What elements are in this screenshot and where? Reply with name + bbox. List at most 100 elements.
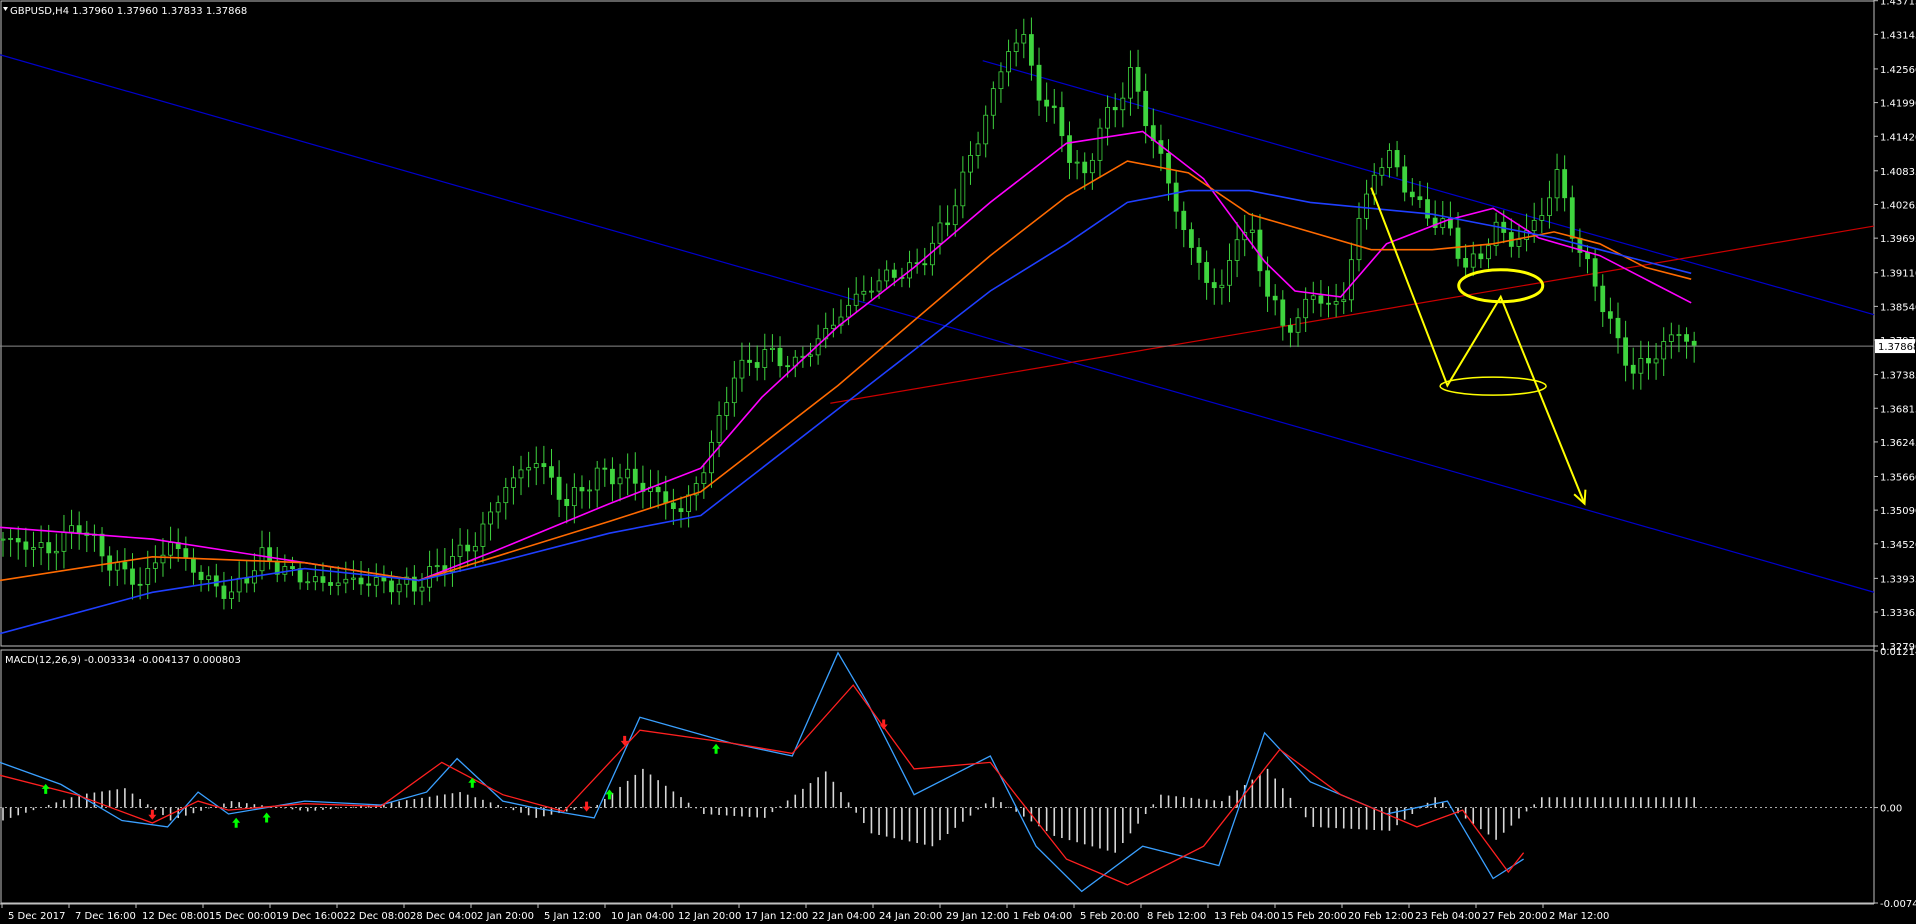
candle-body [267, 547, 273, 562]
candle-body [152, 562, 158, 569]
candle-body [1280, 299, 1286, 326]
candle-body [1356, 217, 1362, 261]
price-tick-label: 1.41990 [1880, 99, 1916, 110]
candle-body [297, 568, 303, 583]
candle-body [1348, 259, 1354, 301]
price-tick-label: 1.41420 [1880, 132, 1916, 143]
candle-body [1181, 210, 1187, 231]
candle-body [229, 591, 234, 599]
price-tick-label: 1.33935 [1880, 574, 1916, 585]
candle-body [1029, 34, 1034, 66]
candle-body [808, 354, 813, 357]
candle-body [1653, 358, 1659, 364]
macd-title: MACD(12,26,9) -0.003334 -0.004137 0.0008… [5, 655, 241, 666]
candle-body [1257, 229, 1263, 272]
candle-body [1478, 253, 1484, 260]
candle-body [1219, 284, 1225, 289]
candle-body [724, 402, 730, 416]
candle-body [1630, 364, 1636, 374]
time-tick-label: 5 Jan 12:00 [544, 911, 601, 922]
price-tick-label: 1.35660 [1880, 472, 1916, 483]
candle-body [130, 568, 135, 585]
macd-tick-label: 0.00 [1880, 804, 1902, 815]
price-tick-label: 1.43715 [1880, 0, 1916, 8]
candle-body [1470, 253, 1476, 268]
candle-body [1067, 135, 1072, 163]
candle-body [1554, 169, 1560, 199]
candle-body [625, 468, 631, 479]
candle-body [191, 557, 196, 573]
time-tick-label: 28 Dec 04:00 [410, 911, 477, 922]
candle-body [1417, 196, 1423, 201]
time-tick-label: 1 Feb 04:00 [1013, 911, 1072, 922]
candle-body [1173, 182, 1179, 212]
candle-body [1691, 340, 1697, 346]
candle-body [960, 171, 966, 207]
candle-body [1623, 337, 1629, 366]
candle-body [1120, 97, 1126, 111]
candle-body [99, 533, 105, 557]
candle-body [884, 269, 890, 282]
chart-canvas: 1.43715 1.43145 1.42560 1.41990 1.41420 1.408… [0, 0, 1916, 924]
candle-body [53, 550, 59, 554]
candle-body [1409, 191, 1415, 198]
candle-body [617, 477, 623, 485]
candle-body [122, 561, 128, 570]
candle-body [1463, 258, 1469, 268]
candle-body [1539, 215, 1545, 221]
candle-body [488, 511, 493, 525]
candle-body [1333, 301, 1339, 305]
price-tick-label: 1.36815 [1880, 404, 1916, 415]
price-tick-label: 1.33365 [1880, 608, 1916, 619]
current-price-label: 1.37868 [1878, 342, 1916, 353]
candle-body [594, 467, 600, 491]
candle-body [1387, 150, 1392, 169]
candle-body [38, 542, 44, 548]
candle-body [160, 554, 166, 564]
candle-body [670, 502, 676, 510]
candle-body [381, 577, 387, 582]
time-tick-label: 20 Feb 12:00 [1348, 911, 1414, 922]
candle-body [472, 545, 478, 552]
candle-body [145, 568, 151, 585]
candle-body [1013, 42, 1019, 52]
candle-body [937, 222, 943, 244]
candle-body [1592, 258, 1598, 287]
candle-body [366, 583, 372, 586]
candle-body [716, 415, 722, 443]
candle-body [785, 365, 791, 368]
candle-body [198, 571, 204, 581]
time-tick-label: 15 Feb 20:00 [1281, 911, 1347, 922]
candle-body [1272, 295, 1278, 301]
candle-body [1394, 150, 1400, 168]
candle-body [556, 476, 562, 500]
candle-body [1128, 67, 1133, 99]
time-tick-label: 27 Feb 20:00 [1482, 911, 1548, 922]
candle-body [663, 491, 669, 504]
candle-body [1486, 245, 1491, 260]
candle-body [1516, 239, 1522, 247]
candle-body [1600, 285, 1606, 313]
price-tick-label: 1.37385 [1880, 371, 1916, 382]
candle-body [1684, 334, 1689, 342]
candle-body [1615, 317, 1621, 339]
candle-body [183, 548, 189, 559]
candle-body [701, 472, 707, 484]
candle-body [1036, 64, 1042, 101]
candle-body [869, 290, 874, 293]
candle-body [998, 71, 1004, 90]
candle-body [1379, 167, 1385, 176]
candle-body [213, 575, 219, 587]
candle-body [1661, 341, 1667, 360]
candle-body [206, 575, 212, 581]
price-tick-label: 1.35090 [1880, 506, 1916, 517]
candle-body [1135, 67, 1141, 92]
candle-body [1089, 159, 1095, 174]
time-tick-label: 8 Feb 12:00 [1147, 911, 1206, 922]
candle-body [762, 349, 768, 368]
time-tick-label: 5 Dec 2017 [8, 911, 66, 922]
candle-body [434, 565, 440, 568]
candle-body [526, 467, 532, 471]
candle-body [1204, 262, 1210, 283]
candle-body [1303, 298, 1309, 319]
